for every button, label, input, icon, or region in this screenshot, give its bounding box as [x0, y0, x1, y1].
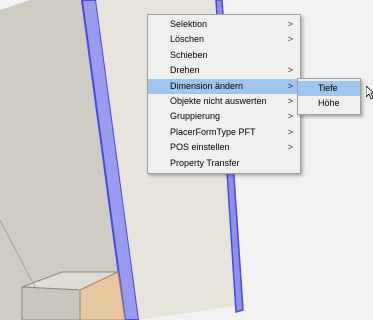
- menu-item-label: Dimension ändern: [170, 80, 244, 91]
- menu-item-placerformtype-pft[interactable]: PlacerFormType PFT >: [148, 125, 300, 140]
- menu-item-loeschen[interactable]: Löschen >: [148, 32, 300, 47]
- menu-item-label: PlacerFormType PFT: [170, 126, 256, 137]
- submenu-arrow-icon: >: [287, 95, 293, 106]
- drawer-left[interactable]: [21, 286, 81, 320]
- submenu-item-label: Tiefe: [318, 83, 338, 93]
- submenu-arrow-icon: >: [287, 65, 293, 76]
- menu-item-schieben[interactable]: Schieben: [148, 48, 300, 63]
- menu-item-label: Gruppierung: [170, 111, 221, 122]
- menu-item-label: Löschen: [170, 34, 205, 45]
- submenu-arrow-icon: >: [287, 126, 293, 137]
- menu-item-label: Selektion: [170, 19, 208, 29]
- mouse-cursor-icon: [366, 86, 373, 100]
- menu-item-dimension-aendern[interactable]: Dimension ändern >: [148, 78, 300, 94]
- menu-item-label: Property Transfer: [170, 157, 240, 168]
- menu-item-selektion[interactable]: Selektion >: [148, 17, 300, 32]
- submenu-arrow-icon: >: [287, 111, 293, 122]
- menu-item-pos-einstellen[interactable]: POS einstellen >: [148, 140, 300, 155]
- menu-item-label: Objekte nicht auswerten: [170, 95, 267, 106]
- menu-item-label: Schieben: [170, 49, 208, 60]
- submenu-arrow-icon: >: [287, 34, 293, 45]
- submenu-item-label: Höhe: [318, 98, 340, 109]
- context-menu: Selektion > Löschen > Schieben Drehen > Dim…: [147, 14, 301, 174]
- menu-item-property-transfer[interactable]: Property Transfer: [148, 156, 300, 171]
- menu-item-drehen[interactable]: Drehen >: [148, 63, 300, 78]
- menu-item-label: POS einstellen: [170, 142, 230, 153]
- submenu-arrow-icon: >: [287, 19, 293, 29]
- submenu-item-hoehe[interactable]: Höhe: [298, 96, 360, 111]
- menu-item-gruppierung[interactable]: Gruppierung >: [148, 109, 300, 124]
- dimension-submenu: Tiefe Höhe: [297, 78, 361, 115]
- submenu-arrow-icon: >: [287, 142, 293, 153]
- menu-item-label: Drehen: [170, 65, 200, 76]
- submenu-item-tiefe[interactable]: Tiefe: [298, 81, 360, 97]
- menu-item-objekte-nicht-auswerten[interactable]: Objekte nicht auswerten >: [148, 94, 300, 109]
- submenu-arrow-icon: >: [287, 80, 293, 91]
